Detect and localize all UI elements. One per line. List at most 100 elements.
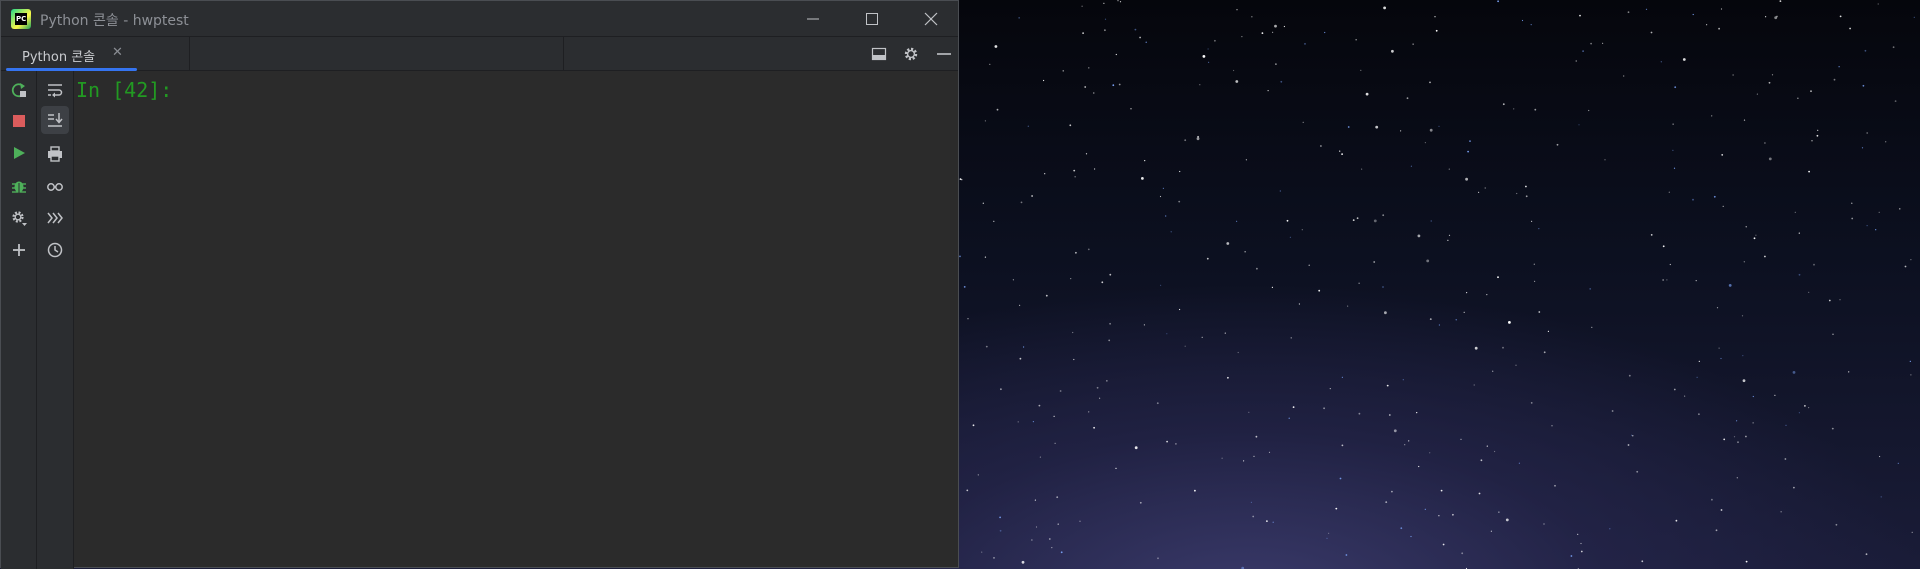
star (1175, 443, 1177, 445)
star (1023, 346, 1025, 348)
star (1255, 435, 1258, 438)
star (1668, 191, 1670, 193)
star (1897, 462, 1899, 464)
star (1797, 97, 1799, 99)
settings-icon[interactable] (10, 209, 28, 227)
star (1119, 1, 1122, 3)
star (1272, 521, 1274, 523)
star (1412, 43, 1414, 45)
tab-label: Python 콘솔 (22, 50, 96, 65)
star (1318, 289, 1321, 292)
star (1505, 518, 1509, 522)
star (1328, 532, 1330, 534)
star (1139, 501, 1142, 504)
star (1609, 528, 1611, 530)
stop-icon[interactable] (10, 112, 28, 130)
star (1179, 170, 1181, 173)
star (1779, 0, 1782, 2)
star (1460, 438, 1462, 440)
star (1245, 159, 1247, 161)
star (1698, 360, 1700, 362)
star (1272, 31, 1274, 33)
star (1723, 438, 1726, 441)
star (1165, 215, 1167, 217)
star (1692, 13, 1694, 16)
star (1062, 70, 1064, 72)
star (1879, 455, 1881, 458)
console-output-area[interactable]: In [42]: (74, 71, 958, 567)
star (1467, 150, 1469, 153)
star (1490, 530, 1492, 532)
star (1752, 422, 1754, 424)
execute-icon[interactable] (46, 209, 64, 227)
title-bar[interactable]: PC Python 콘솔 - hwptest (1, 1, 958, 36)
print-icon[interactable] (46, 145, 64, 163)
star (1274, 24, 1277, 28)
star (1250, 501, 1252, 503)
close-button[interactable] (903, 1, 959, 36)
gear-icon[interactable] (902, 45, 920, 63)
variables-icon[interactable] (46, 177, 64, 195)
star (1673, 167, 1676, 169)
star (1166, 440, 1168, 443)
star (985, 345, 988, 348)
layout-icon[interactable] (870, 45, 888, 63)
star (1384, 311, 1387, 315)
star (1465, 177, 1468, 181)
star (1214, 39, 1216, 42)
star (1861, 147, 1864, 149)
debug-icon[interactable] (10, 177, 28, 195)
tab-separator (563, 37, 564, 71)
star (1429, 318, 1432, 320)
star (1580, 542, 1582, 545)
star (1391, 49, 1394, 53)
add-icon[interactable] (10, 241, 28, 259)
star (1084, 86, 1087, 88)
star (1808, 170, 1810, 173)
star (1447, 239, 1449, 241)
star (1104, 29, 1106, 32)
star (1577, 533, 1579, 536)
star (1792, 371, 1796, 374)
soft-wrap-icon[interactable] (46, 81, 64, 99)
star (1417, 234, 1421, 238)
tab-close-icon[interactable]: ✕ (112, 45, 123, 60)
star (1324, 31, 1326, 34)
maximize-button[interactable] (844, 1, 900, 36)
scroll-to-end-icon[interactable] (46, 111, 64, 129)
star (1356, 217, 1359, 220)
star (1081, 5, 1083, 7)
star (981, 551, 983, 553)
star (1632, 435, 1634, 437)
star (1645, 8, 1648, 10)
star (1208, 61, 1210, 64)
star (1410, 535, 1412, 538)
rerun-icon[interactable] (10, 81, 28, 99)
history-icon[interactable] (46, 241, 64, 259)
star (1139, 36, 1141, 39)
star (1764, 142, 1766, 144)
minus-icon[interactable] (935, 45, 953, 63)
tab-python-console[interactable]: Python 콘솔 ✕ (6, 37, 137, 71)
star (1848, 371, 1850, 373)
star (1112, 84, 1115, 87)
star (1027, 125, 1029, 127)
star (1341, 444, 1344, 447)
minimize-button[interactable] (785, 1, 841, 36)
star (1266, 520, 1268, 522)
star (1547, 330, 1549, 332)
star (1115, 467, 1117, 469)
star (1326, 537, 1328, 539)
run-icon[interactable] (10, 144, 28, 162)
star (1382, 214, 1385, 217)
star (1130, 108, 1132, 110)
star (1718, 27, 1720, 30)
star (1388, 414, 1391, 416)
star (1106, 380, 1108, 382)
star (1525, 185, 1527, 188)
star (1118, 83, 1121, 86)
star (1480, 459, 1483, 462)
star (1143, 324, 1145, 326)
star (1207, 48, 1209, 50)
star (1386, 384, 1389, 387)
